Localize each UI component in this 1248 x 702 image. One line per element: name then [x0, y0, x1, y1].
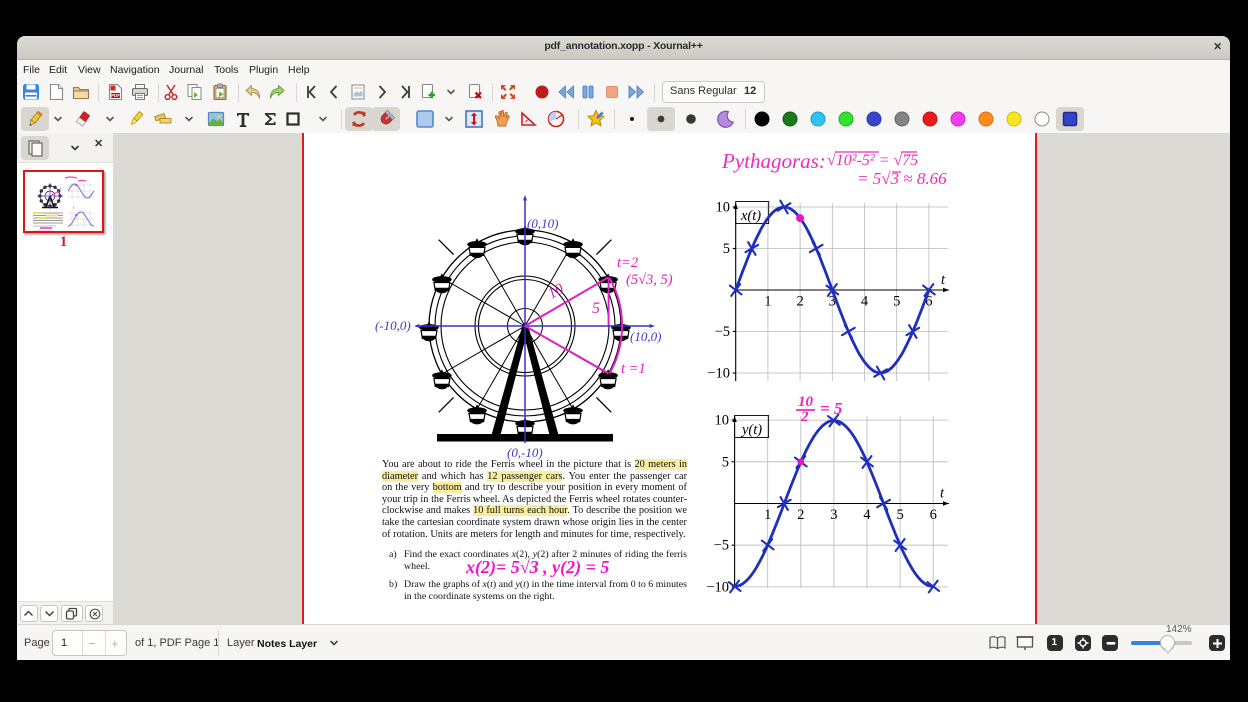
svg-text:y(t): y(t): [740, 422, 762, 438]
svg-text:√10²-5² = √75: √10²-5² = √75: [827, 152, 918, 169]
svg-text:1: 1: [764, 294, 771, 310]
svg-text:5: 5: [896, 507, 903, 523]
svg-text:4: 4: [861, 294, 869, 310]
svg-text:2: 2: [796, 294, 803, 310]
svg-text:(0,-10): (0,-10): [507, 445, 543, 460]
svg-text:(10,0): (10,0): [630, 329, 661, 344]
svg-text:5: 5: [723, 241, 730, 257]
svg-text:2: 2: [800, 409, 809, 425]
svg-text:2: 2: [797, 507, 804, 523]
svg-text:5: 5: [722, 454, 729, 470]
svg-text:6: 6: [930, 507, 937, 523]
svg-text:(-10,0): (-10,0): [375, 318, 411, 333]
svg-text:−5: −5: [714, 538, 729, 554]
svg-text:4: 4: [863, 507, 871, 523]
svg-text:= 5√3 ≈ 8.66: = 5√3 ≈ 8.66: [857, 169, 947, 188]
svg-text:t=2: t=2: [617, 255, 638, 271]
svg-text:= 5: = 5: [820, 399, 843, 418]
svg-text:5: 5: [893, 294, 900, 310]
svg-text:t: t: [940, 486, 945, 502]
svg-text:10: 10: [715, 413, 730, 429]
svg-text:Pythagoras:: Pythagoras:: [721, 149, 826, 173]
svg-text:t: t: [60, 186, 62, 191]
svg-text:PDF: PDF: [111, 93, 120, 98]
svg-text:−10: −10: [707, 366, 730, 382]
svg-text:(5√3, 5): (5√3, 5): [626, 272, 673, 288]
svg-text:−10: −10: [706, 579, 729, 595]
svg-text:10: 10: [798, 394, 814, 410]
svg-text:t: t: [941, 272, 946, 288]
svg-text:f: f: [73, 205, 75, 210]
svg-text:(0,10): (0,10): [527, 216, 558, 231]
svg-text:x(t): x(t): [740, 208, 761, 224]
svg-text:5: 5: [592, 300, 600, 317]
svg-text:1: 1: [764, 507, 771, 523]
svg-text:t =1: t =1: [621, 361, 646, 377]
svg-text:3: 3: [830, 507, 837, 523]
svg-text:−5: −5: [715, 324, 730, 340]
svg-text:10: 10: [716, 200, 731, 216]
